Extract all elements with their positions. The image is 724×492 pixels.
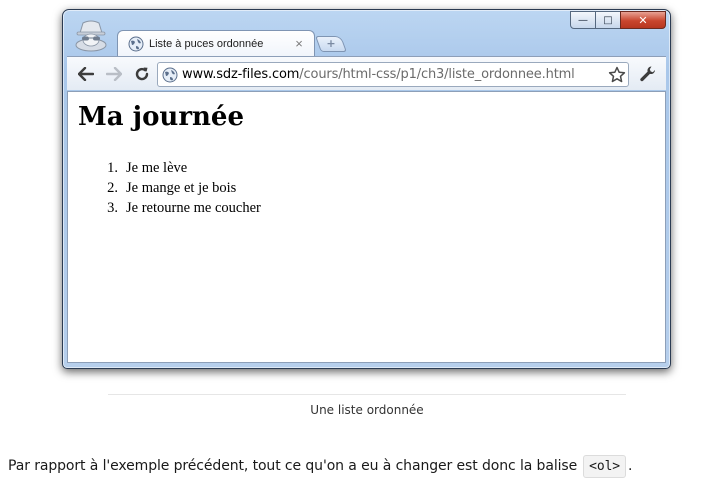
browser-window: Liste à puces ordonnée × + — □ ✕ www.sdz… xyxy=(62,9,671,369)
address-bar[interactable]: www.sdz-files.com/cours/html-css/p1/ch3/… xyxy=(157,62,629,87)
wrench-icon xyxy=(640,66,656,82)
list-item-text: Je mange et je bois xyxy=(126,180,237,196)
minimize-button[interactable]: — xyxy=(570,11,596,29)
list-item: 2. Je mange et je bois xyxy=(94,178,261,198)
forward-arrow-icon xyxy=(106,67,122,81)
star-icon xyxy=(608,66,626,82)
list-item-text: Je me lève xyxy=(126,160,188,176)
list-item-number: 2. xyxy=(107,180,118,196)
tab-close-button[interactable]: × xyxy=(290,37,308,50)
body-paragraph: Par rapport à l'exemple précédent, tout … xyxy=(8,453,632,479)
browser-toolbar: www.sdz-files.com/cours/html-css/p1/ch3/… xyxy=(67,56,666,90)
back-button[interactable] xyxy=(75,64,97,84)
page-viewport: Ma journée 1. Je me lève 2. Je mange et … xyxy=(67,91,666,363)
address-url[interactable]: www.sdz-files.com/cours/html-css/p1/ch3/… xyxy=(182,67,606,82)
back-arrow-icon xyxy=(78,67,94,81)
page-heading: Ma journée xyxy=(78,102,245,132)
incognito-icon xyxy=(73,18,109,52)
bookmark-button[interactable] xyxy=(606,64,628,86)
reload-button[interactable] xyxy=(131,64,153,84)
close-window-button[interactable]: ✕ xyxy=(620,11,666,29)
minimize-icon: — xyxy=(578,14,588,26)
url-host: www.sdz-files.com xyxy=(182,67,300,82)
new-tab-button[interactable]: + xyxy=(315,36,347,52)
forward-button[interactable] xyxy=(103,64,125,84)
ordered-list: 1. Je me lève 2. Je mange et je bois 3. … xyxy=(94,158,261,218)
tab-title: Liste à puces ordonnée xyxy=(149,37,264,50)
maximize-icon: □ xyxy=(603,14,613,26)
paragraph-suffix: . xyxy=(628,458,633,474)
browser-tab[interactable]: Liste à puces ordonnée × xyxy=(117,30,315,56)
list-item: 1. Je me lève xyxy=(94,158,261,178)
paragraph-text: Par rapport à l'exemple précédent, tout … xyxy=(8,458,578,474)
caption-divider xyxy=(108,394,626,395)
window-controls: — □ ✕ xyxy=(570,11,666,29)
reload-icon xyxy=(135,67,149,81)
maximize-button[interactable]: □ xyxy=(595,11,621,29)
url-path: /cours/html-css/p1/ch3/liste_ordonnee.ht… xyxy=(299,67,575,82)
list-item-number: 1. xyxy=(107,160,118,176)
list-item-text: Je retourne me coucher xyxy=(126,200,261,216)
settings-button[interactable] xyxy=(637,64,659,84)
close-icon: ✕ xyxy=(638,13,648,27)
inline-code: <ol> xyxy=(583,454,627,478)
list-item: 3. Je retourne me coucher xyxy=(94,198,261,218)
globe-icon xyxy=(128,36,144,52)
plus-icon: + xyxy=(326,37,336,50)
figure-caption: Une liste ordonnée xyxy=(310,403,424,417)
globe-icon xyxy=(162,67,178,83)
list-item-number: 3. xyxy=(107,200,118,216)
